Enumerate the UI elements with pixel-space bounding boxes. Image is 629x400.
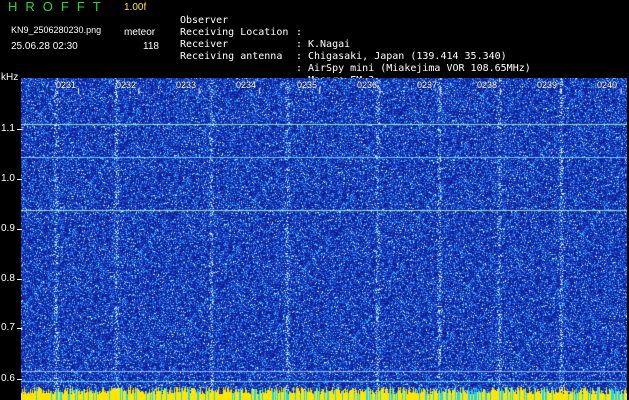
freq-tick [17, 279, 22, 280]
app-title: HROFFT [8, 0, 109, 14]
freq-unit-label: kHz [1, 72, 19, 83]
freq-tick-label: 1.0 [1, 173, 15, 184]
time-tick-label: 0239 [537, 80, 558, 90]
info-value: AirSpy mini (Miakejima VOR 108.65MHz) [308, 63, 531, 74]
spectrogram-canvas [21, 78, 627, 400]
time-tick-label: 0234 [236, 80, 257, 90]
freq-tick-label: 0.7 [1, 322, 15, 333]
time-tick-label: 0235 [297, 80, 318, 90]
version-label: 1.00f [124, 2, 147, 13]
time-tick-label: 0233 [176, 80, 197, 90]
spectrogram [21, 78, 627, 400]
freq-tick-label: 0.6 [1, 373, 15, 384]
time-tick-label: 0236 [357, 80, 378, 90]
info-value: K.Nagai [308, 39, 351, 50]
freq-tick-label: 0.8 [1, 273, 15, 284]
time-tick-label: 0237 [417, 80, 438, 90]
freq-tick [17, 328, 22, 329]
info-label: Observer [180, 15, 229, 26]
freq-tick-label: 0.9 [1, 223, 15, 234]
info-separator: : [296, 63, 303, 74]
freq-tick [17, 379, 22, 380]
info-label: Receiver [180, 39, 229, 50]
info-separator: : [296, 39, 303, 50]
freq-tick [17, 179, 22, 180]
time-tick-label: 0238 [477, 80, 498, 90]
freq-tick [17, 229, 22, 230]
filename-label: KN9_2506280230.png [11, 25, 102, 35]
time-tick-label: 0231 [56, 80, 77, 90]
time-tick-label: 0240 [597, 80, 618, 90]
time-tick-label: 0232 [116, 80, 137, 90]
datetime-label: 25.06.28 02:30 [11, 41, 78, 52]
info-label: Receiving Location [180, 27, 289, 38]
mode-label: meteor [124, 27, 156, 38]
info-value: Chigasaki, Japan (139.414 35.340) [308, 51, 507, 62]
freq-tick [17, 129, 22, 130]
info-label: Receiving antenna [180, 51, 283, 62]
freq-tick-label: 1.1 [1, 123, 15, 134]
info-separator: : [296, 27, 303, 38]
info-separator: : [296, 51, 303, 62]
meteor-count: 118 [143, 41, 159, 52]
